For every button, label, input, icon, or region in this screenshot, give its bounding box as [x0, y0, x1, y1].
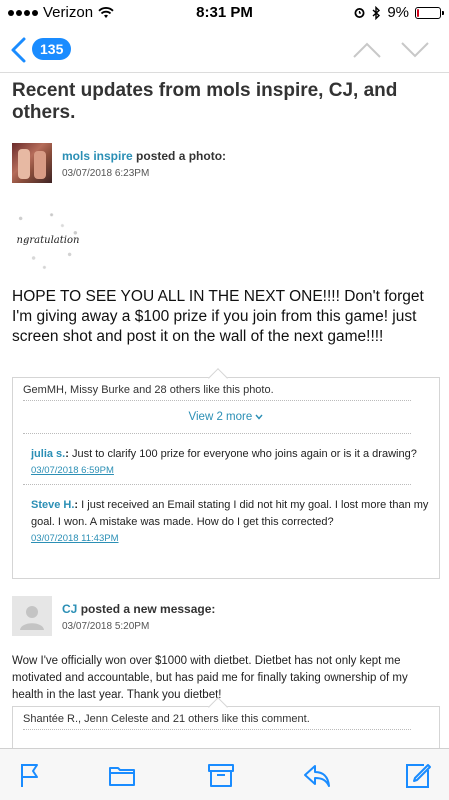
- congratulation-image[interactable]: ngratulation: [12, 204, 84, 276]
- comment: Steve H.: I just received an Email stati…: [31, 499, 429, 544]
- comment-box: GemMH, Missy Burke and 28 others like th…: [12, 368, 440, 579]
- back-count-badge[interactable]: 135: [32, 38, 72, 60]
- previous-message-icon[interactable]: [351, 40, 383, 60]
- reply-icon[interactable]: [303, 761, 331, 789]
- post-author-link[interactable]: mols inspire: [62, 149, 133, 163]
- likes-summary: Shantée R., Jenn Celeste and 21 others l…: [23, 713, 310, 725]
- post-header-mols: mols inspire posted a photo: 03/07/2018 …: [12, 143, 226, 183]
- flag-icon[interactable]: [16, 761, 44, 789]
- post-time: 03/07/2018 6:23PM: [62, 168, 150, 179]
- comment-time-link[interactable]: 03/07/2018 11:43PM: [31, 533, 429, 544]
- chevron-down-icon: [255, 414, 263, 420]
- bluetooth-icon: [372, 5, 381, 20]
- comment-text: I just received an Email stating I did n…: [31, 499, 429, 528]
- likes-summary: GemMH, Missy Burke and 28 others like th…: [23, 384, 274, 396]
- nav-bar: 135: [0, 28, 449, 72]
- next-message-icon[interactable]: [399, 40, 431, 60]
- comment-author-link[interactable]: Steve H.: [31, 499, 74, 511]
- nav-divider: [0, 72, 449, 73]
- battery-icon: [415, 6, 444, 19]
- post-action: posted a photo:: [136, 149, 227, 163]
- image-caption: ngratulation: [16, 234, 80, 246]
- email-title: Recent updates from mols inspire, CJ, an…: [12, 80, 398, 123]
- post-time: 03/07/2018 5:20PM: [62, 621, 150, 632]
- folder-icon[interactable]: [108, 761, 136, 789]
- post-body: Wow I've officially won over $1000 with …: [12, 655, 408, 701]
- comment-text: Just to clarify 100 prize for everyone w…: [68, 448, 417, 460]
- default-avatar-icon[interactable]: [12, 596, 52, 636]
- avatar[interactable]: [12, 143, 52, 183]
- battery-percent: 9%: [387, 4, 409, 21]
- alarm-icon: [354, 8, 365, 18]
- post-header-cj: CJ posted a new message: 03/07/2018 5:20…: [12, 596, 215, 636]
- comment-time-link[interactable]: 03/07/2018 6:59PM: [31, 465, 429, 476]
- toolbar: [0, 748, 449, 800]
- comment: julia s.: Just to clarify 100 prize for …: [13, 434, 439, 484]
- status-bar: Verizon 8:31 PM 9%: [0, 0, 449, 28]
- post-body: HOPE TO SEE YOU ALL IN THE NEXT ONE!!!! …: [12, 288, 424, 345]
- view-more-link[interactable]: View 2 more: [13, 401, 439, 433]
- archive-icon[interactable]: [207, 761, 235, 789]
- post-action: posted a new message:: [80, 602, 216, 616]
- dotted-divider: [23, 729, 411, 730]
- comment-author-link[interactable]: julia s.: [31, 448, 65, 460]
- compose-icon[interactable]: [404, 761, 432, 789]
- post-author-link[interactable]: CJ: [62, 602, 77, 616]
- back-chevron-icon[interactable]: [8, 36, 30, 64]
